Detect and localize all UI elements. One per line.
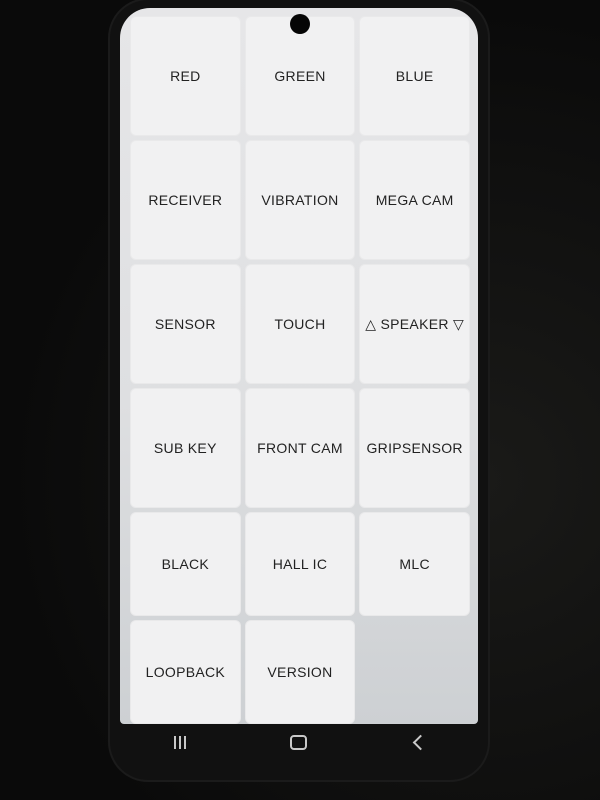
test-tile-green[interactable]: GREEN bbox=[244, 16, 356, 136]
test-tile-loopback[interactable]: LOOPBACK bbox=[130, 620, 241, 724]
test-tile-mega-cam[interactable]: MEGA CAM bbox=[359, 140, 470, 260]
navigation-bar bbox=[120, 724, 478, 760]
test-menu-screen: RED GREEN BLUE RECEIVER VIBRATION MEGA C… bbox=[120, 8, 478, 724]
front-camera-hole bbox=[290, 14, 310, 34]
test-tile-gripsensor[interactable]: GRIPSENSOR bbox=[359, 388, 470, 508]
home-icon bbox=[290, 734, 308, 750]
back-button[interactable] bbox=[388, 727, 448, 757]
back-icon bbox=[412, 734, 429, 750]
test-tile-version[interactable]: VERSION bbox=[244, 620, 356, 724]
test-tile-vibration[interactable]: VIBRATION bbox=[244, 140, 356, 260]
recents-icon bbox=[173, 735, 186, 749]
test-tile-black[interactable]: BLACK bbox=[130, 512, 241, 616]
test-tile-mlc[interactable]: MLC bbox=[359, 512, 470, 616]
test-tile-sensor[interactable]: SENSOR bbox=[130, 264, 241, 384]
test-tile-front-cam[interactable]: FRONT CAM bbox=[244, 388, 356, 508]
home-button[interactable] bbox=[269, 727, 329, 757]
test-tile-blue[interactable]: BLUE bbox=[359, 16, 470, 136]
test-tile-red[interactable]: RED bbox=[130, 16, 241, 136]
recents-button[interactable] bbox=[150, 727, 210, 757]
test-menu-grid: RED GREEN BLUE RECEIVER VIBRATION MEGA C… bbox=[130, 16, 470, 724]
test-tile-hall-ic[interactable]: HALL IC bbox=[244, 512, 356, 616]
test-tile-speaker[interactable]: △ SPEAKER ▽ bbox=[359, 264, 470, 384]
empty-tile-slot bbox=[359, 620, 470, 724]
test-tile-receiver[interactable]: RECEIVER bbox=[130, 140, 241, 260]
test-tile-sub-key[interactable]: SUB KEY bbox=[130, 388, 241, 508]
test-tile-touch[interactable]: TOUCH bbox=[244, 264, 356, 384]
